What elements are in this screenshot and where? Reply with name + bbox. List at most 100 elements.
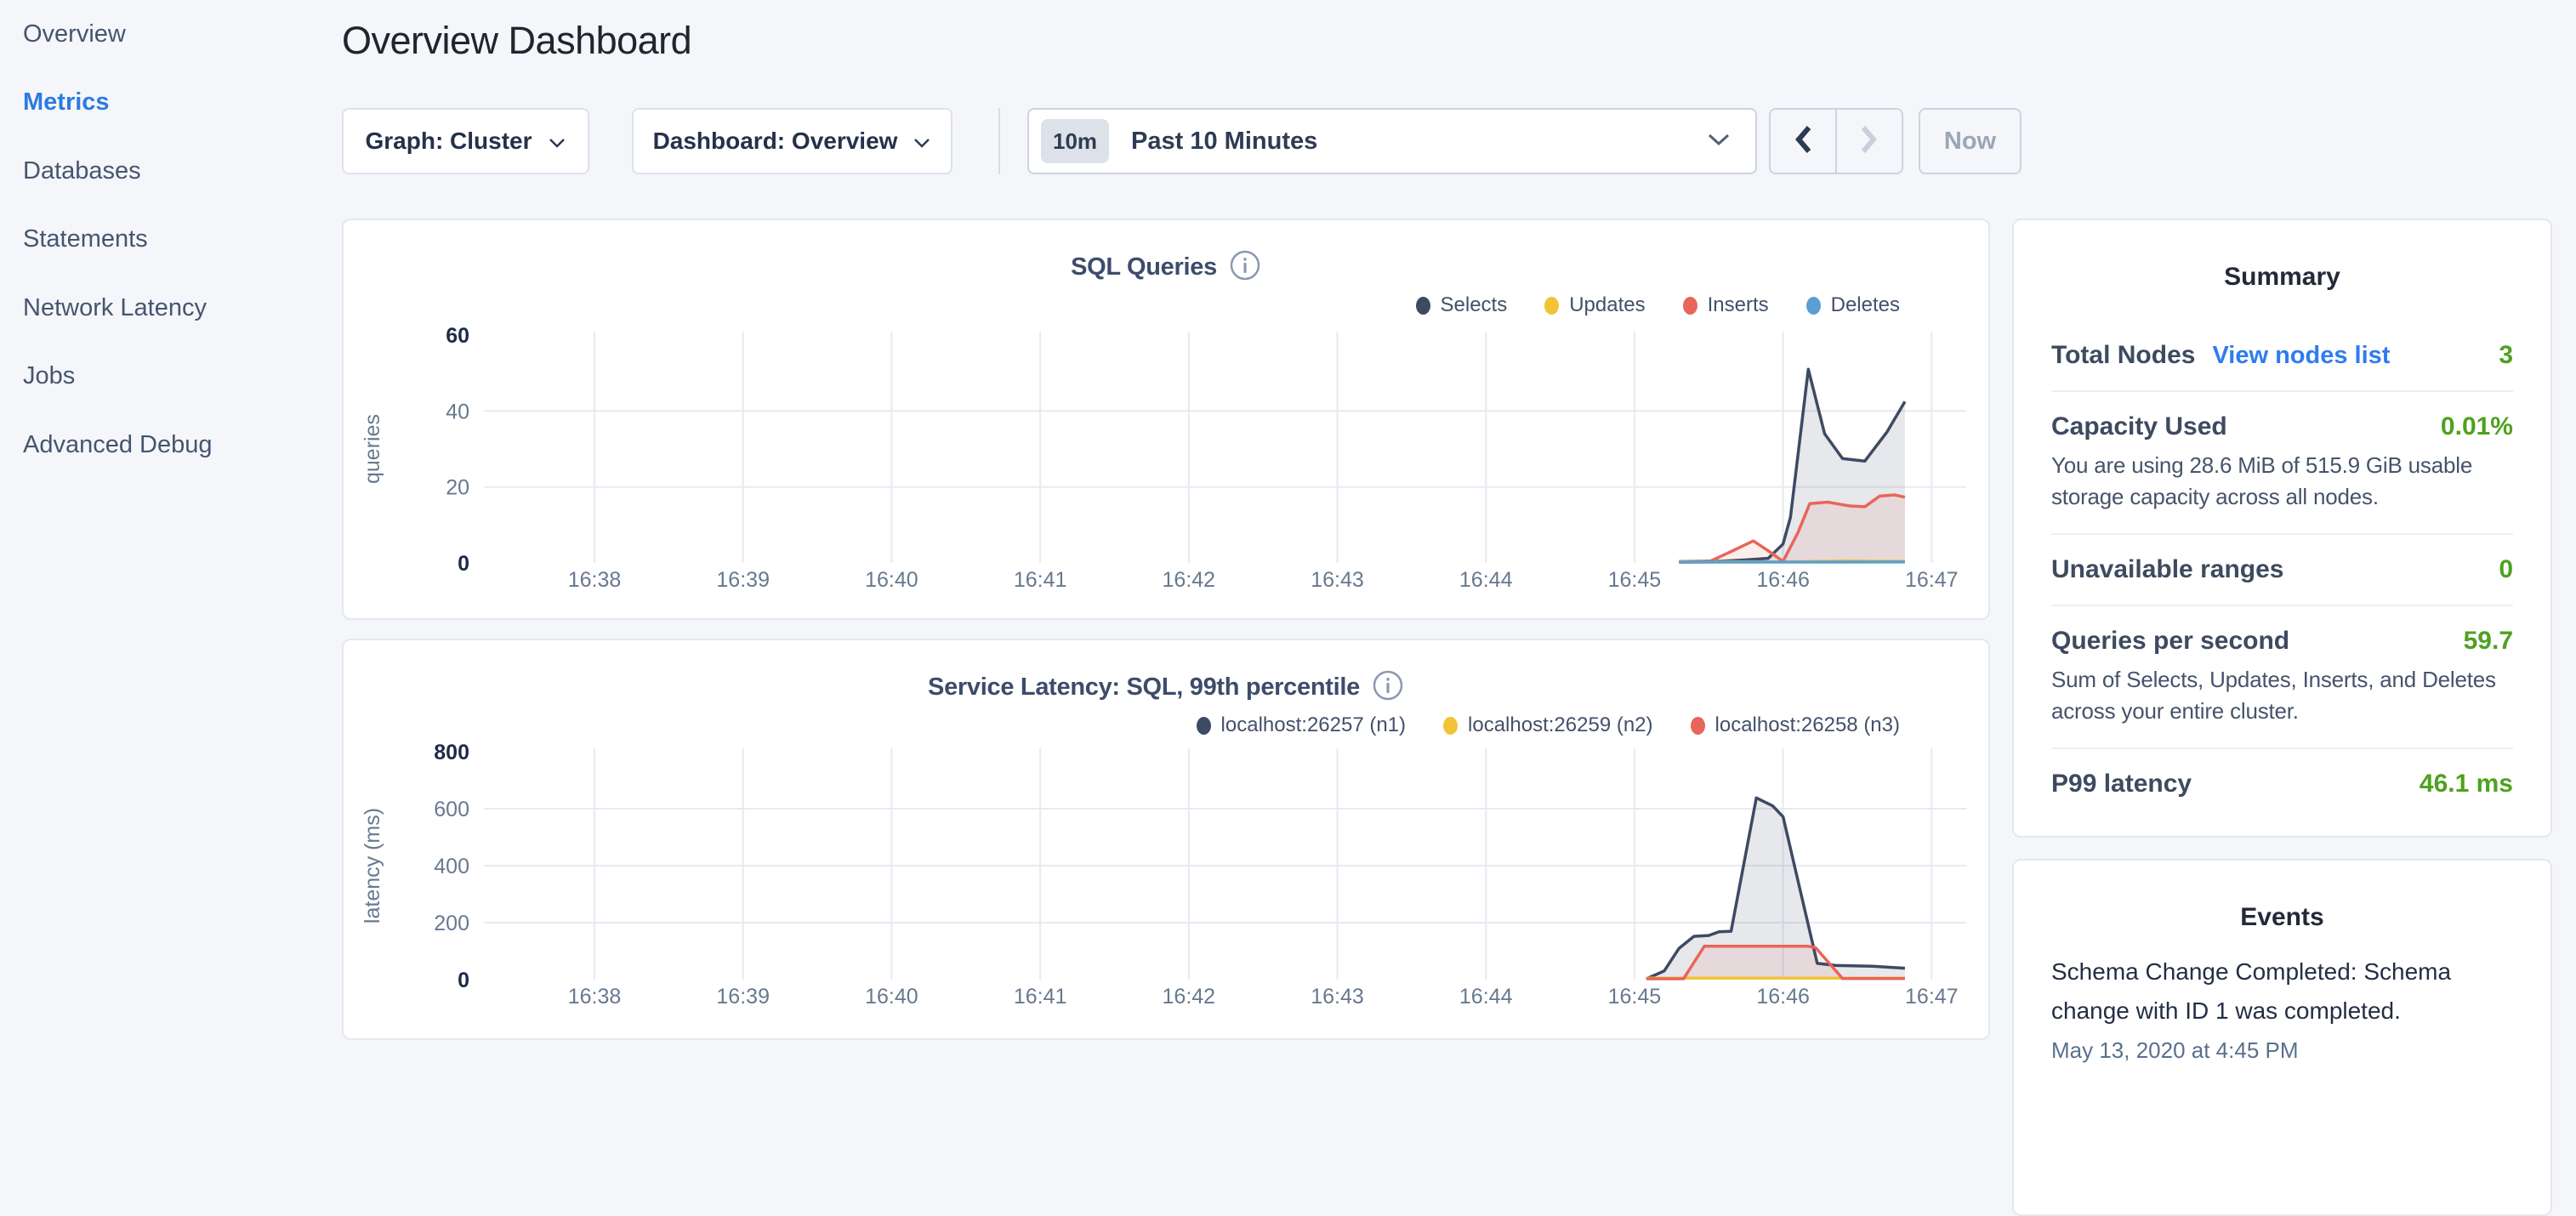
info-icon[interactable] [1372, 669, 1404, 706]
sidebar-item-databases[interactable]: Databases [23, 137, 329, 206]
events-panel: Events Schema Change Completed: Schema c… [2012, 859, 2552, 1216]
queries-per-second-description: Sum of Selects, Updates, Inserts, and De… [2051, 664, 2513, 727]
svg-text:16:45: 16:45 [1608, 985, 1662, 1009]
series-dot-icon [1683, 297, 1697, 315]
time-range-selector[interactable]: 10m Past 10 Minutes [1027, 108, 1757, 174]
sidebar-item-network-latency[interactable]: Network Latency [23, 274, 329, 343]
p99-latency-value: 46.1 ms [2420, 770, 2513, 798]
svg-text:16:44: 16:44 [1459, 985, 1513, 1009]
sql-queries-card: SQL Queries Selects Updates Inserts Dele… [342, 219, 1990, 620]
svg-text:16:42: 16:42 [1163, 568, 1216, 592]
svg-text:20: 20 [446, 476, 469, 500]
sidebar: Overview Metrics Databases Statements Ne… [23, 0, 329, 480]
capacity-used-label: Capacity Used [2051, 412, 2227, 441]
time-preset-badge: 10m [1041, 119, 1109, 163]
total-nodes-label: Total Nodes [2051, 341, 2195, 370]
legend-item-n3: localhost:26258 (n3) [1691, 713, 1900, 737]
summary-row-queries-per-second: Queries per second 59.7 Sum of Selects, … [2051, 605, 2513, 747]
capacity-used-description: You are using 28.6 MiB of 515.9 GiB usab… [2051, 450, 2513, 513]
svg-text:16:42: 16:42 [1163, 985, 1216, 1009]
series-dot-icon [1416, 297, 1430, 315]
svg-text:0: 0 [458, 552, 469, 576]
dashboard-dropdown[interactable]: Dashboard: Overview [632, 108, 952, 174]
capacity-used-value: 0.01% [2441, 412, 2513, 441]
arrow-right-icon [1858, 122, 1880, 161]
svg-text:16:39: 16:39 [716, 985, 770, 1009]
now-button[interactable]: Now [1919, 108, 2022, 174]
series-dot-icon [1443, 717, 1458, 735]
graph-dropdown-label: Graph: Cluster [365, 128, 532, 155]
svg-text:400: 400 [434, 855, 469, 878]
sql-queries-chart-title: SQL Queries [1071, 253, 1217, 281]
svg-text:queries: queries [361, 414, 384, 484]
svg-text:16:44: 16:44 [1459, 568, 1513, 592]
svg-text:600: 600 [434, 798, 469, 821]
p99-latency-label: P99 latency [2051, 770, 2192, 798]
unavailable-ranges-value: 0 [2499, 555, 2513, 584]
event-text: Schema Change Completed: Schema change w… [2051, 952, 2513, 1031]
toolbar: Graph: Cluster Dashboard: Overview 10m P… [342, 108, 2022, 174]
svg-text:0: 0 [458, 969, 469, 992]
svg-text:16:40: 16:40 [865, 568, 918, 592]
svg-text:16:39: 16:39 [716, 568, 770, 592]
legend-item-inserts: Inserts [1683, 293, 1769, 317]
service-latency-legend: localhost:26257 (n1) localhost:26259 (n2… [1197, 713, 1900, 737]
sidebar-item-advanced-debug[interactable]: Advanced Debug [23, 411, 329, 480]
page-title: Overview Dashboard [342, 19, 691, 63]
sidebar-item-statements[interactable]: Statements [23, 206, 329, 275]
series-dot-icon [1691, 717, 1705, 735]
sidebar-item-metrics[interactable]: Metrics [23, 69, 329, 138]
events-title: Events [2051, 903, 2513, 932]
arrow-left-icon [1792, 122, 1814, 161]
total-nodes-value: 3 [2499, 341, 2513, 370]
svg-text:16:46: 16:46 [1756, 985, 1810, 1009]
sidebar-item-jobs[interactable]: Jobs [23, 343, 329, 412]
svg-text:16:40: 16:40 [865, 985, 918, 1009]
event-list-item: Schema Change Completed: Schema change w… [2051, 952, 2513, 1064]
svg-text:16:47: 16:47 [1905, 568, 1959, 592]
legend-item-selects: Selects [1416, 293, 1508, 317]
svg-text:60: 60 [446, 325, 469, 348]
legend-item-n1: localhost:26257 (n1) [1197, 713, 1406, 737]
svg-text:200: 200 [434, 912, 469, 935]
legend-item-updates: Updates [1544, 293, 1645, 317]
queries-per-second-label: Queries per second [2051, 627, 2289, 656]
summary-row-total-nodes: Total Nodes View nodes list 3 [2051, 321, 2513, 390]
summary-row-p99-latency: P99 latency 46.1 ms [2051, 747, 2513, 819]
service-latency-card: Service Latency: SQL, 99th percentile lo… [342, 639, 1990, 1040]
time-range-label: Past 10 Minutes [1131, 128, 1706, 156]
sql-queries-chart[interactable]: 604020016:3816:3916:4016:4116:4216:4316:… [344, 325, 1992, 599]
service-latency-chart[interactable]: 800 600 400 200 0 16:38 16:39 16:40 16:41 16:42 16… [344, 742, 1992, 1015]
dashboard-dropdown-label: Dashboard: Overview [653, 128, 898, 155]
svg-text:16:47: 16:47 [1905, 985, 1959, 1009]
svg-text:16:41: 16:41 [1014, 568, 1067, 592]
time-forward-button[interactable] [1837, 110, 1902, 173]
unavailable-ranges-label: Unavailable ranges [2051, 555, 2283, 584]
svg-text:16:41: 16:41 [1014, 985, 1067, 1009]
chevron-down-icon [913, 128, 931, 155]
svg-text:800: 800 [434, 742, 469, 764]
svg-text:latency (ms): latency (ms) [361, 808, 384, 923]
summary-title: Summary [2051, 263, 2513, 292]
time-back-button[interactable] [1771, 110, 1837, 173]
view-nodes-list-link[interactable]: View nodes list [2212, 342, 2390, 370]
svg-text:16:38: 16:38 [568, 985, 622, 1009]
series-dot-icon [1806, 297, 1821, 315]
toolbar-divider [998, 108, 1000, 174]
summary-row-capacity-used: Capacity Used 0.01% You are using 28.6 M… [2051, 390, 2513, 533]
sidebar-item-overview[interactable]: Overview [23, 0, 329, 69]
service-latency-chart-title: Service Latency: SQL, 99th percentile [928, 673, 1360, 702]
graph-dropdown[interactable]: Graph: Cluster [342, 108, 589, 174]
time-step-buttons [1769, 108, 1903, 174]
summary-row-unavailable-ranges: Unavailable ranges 0 [2051, 533, 2513, 605]
svg-text:16:45: 16:45 [1608, 568, 1662, 592]
info-icon[interactable] [1229, 249, 1261, 286]
svg-text:40: 40 [446, 400, 469, 423]
summary-panel: Summary Total Nodes View nodes list 3 Ca… [2012, 219, 2552, 838]
svg-text:16:38: 16:38 [568, 568, 622, 592]
series-dot-icon [1197, 717, 1211, 735]
svg-text:16:43: 16:43 [1311, 985, 1364, 1009]
series-dot-icon [1544, 297, 1559, 315]
svg-text:16:46: 16:46 [1756, 568, 1810, 592]
chevron-down-icon [548, 128, 566, 155]
